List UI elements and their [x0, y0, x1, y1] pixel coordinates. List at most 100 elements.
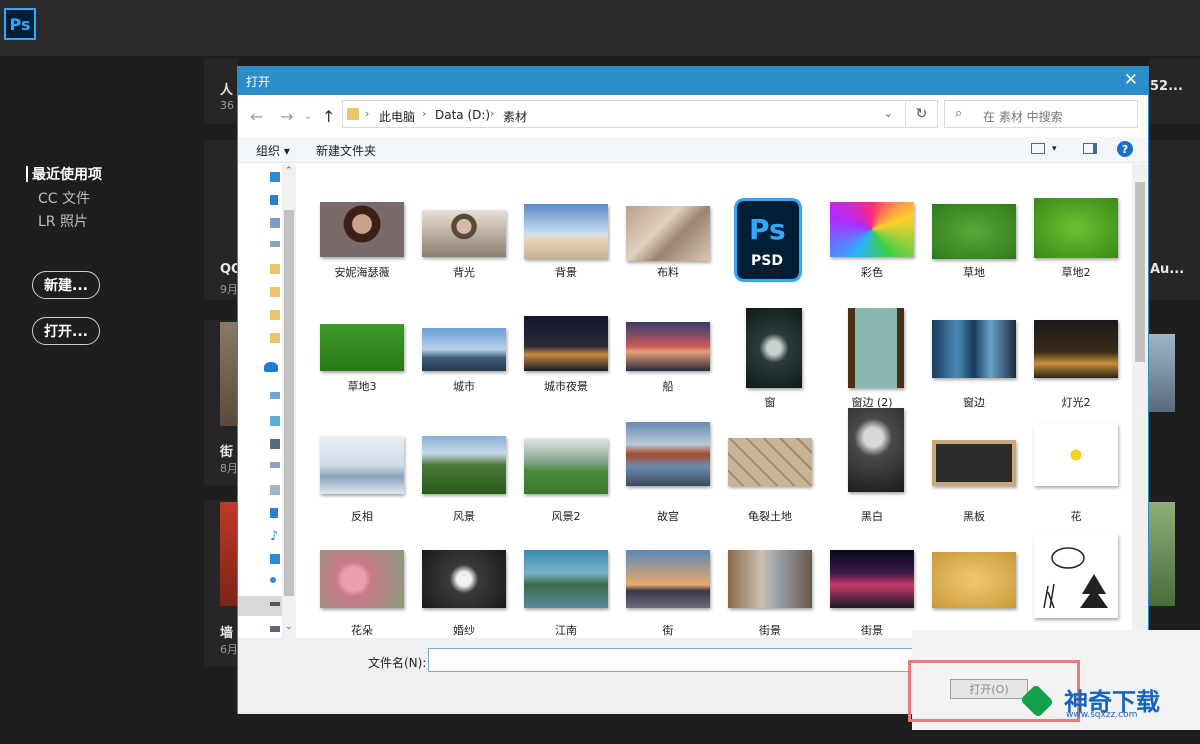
desktop-icon[interactable]: [270, 554, 280, 564]
file-item[interactable]: 草地: [924, 202, 1024, 306]
network-icon[interactable]: [270, 626, 280, 632]
file-item[interactable]: 船: [618, 316, 718, 420]
content-scrollbar[interactable]: [1132, 164, 1148, 638]
chevron-right-icon: ›: [422, 107, 427, 120]
file-item[interactable]: 花朵: [312, 544, 412, 638]
file-thumbnail: [728, 438, 812, 486]
file-item[interactable]: 龟裂土地: [720, 430, 820, 534]
file-item[interactable]: 窗: [720, 308, 820, 420]
chevron-down-icon[interactable]: ▾: [1052, 144, 1057, 154]
view-options-icon[interactable]: [1031, 143, 1045, 154]
file-item[interactable]: 黑板: [924, 430, 1024, 534]
pictures-icon[interactable]: [270, 241, 280, 247]
onedrive-icon[interactable]: [264, 362, 278, 372]
file-thumbnail: [422, 436, 506, 494]
downloads-icon[interactable]: [270, 195, 278, 205]
folder-icon[interactable]: [270, 310, 280, 320]
nav-scrollbar[interactable]: ⌃ ⌄: [282, 164, 296, 638]
file-item[interactable]: 街景: [822, 544, 922, 638]
recent-thumb: [220, 322, 238, 426]
up-arrow-icon[interactable]: ↑: [322, 107, 335, 126]
folder-icon[interactable]: [270, 264, 280, 274]
downloads-icon[interactable]: [270, 508, 278, 518]
file-item[interactable]: 背光: [414, 202, 514, 306]
file-thumbnail: [524, 204, 608, 259]
recent-card-title: 街: [220, 445, 234, 460]
file-item[interactable]: 窗边: [924, 316, 1024, 420]
chevron-down-icon[interactable]: ⌄: [884, 107, 893, 120]
scroll-down-icon[interactable]: ⌄: [285, 622, 293, 632]
folder-icon[interactable]: [270, 287, 280, 297]
file-item[interactable]: Ps PSD 布料: [720, 198, 820, 306]
file-item[interactable]: 街: [618, 544, 718, 638]
preview-pane-icon[interactable]: [1083, 143, 1097, 154]
forward-arrow-icon[interactable]: →: [280, 107, 293, 126]
history-dropdown-icon[interactable]: ⌄: [304, 111, 312, 122]
file-item[interactable]: 江南: [516, 544, 616, 638]
file-item[interactable]: 城市夜景: [516, 316, 616, 420]
folder-icon[interactable]: [270, 333, 280, 343]
3d-objects-icon[interactable]: [270, 416, 280, 426]
help-icon[interactable]: ?: [1117, 141, 1133, 157]
new-button[interactable]: 新建...: [32, 271, 100, 299]
filename-input[interactable]: [428, 648, 948, 672]
search-box[interactable]: ⌕ 在 素材 中搜索: [944, 100, 1138, 128]
file-item[interactable]: 窗边 (2): [822, 308, 922, 420]
file-item[interactable]: 草地3: [312, 316, 412, 420]
nav-recent[interactable]: 最近使用项: [26, 164, 102, 184]
photoshop-logo: Ps: [4, 8, 36, 40]
file-item[interactable]: 彩色: [822, 202, 922, 306]
nav-cc-files[interactable]: CC 文件: [38, 188, 90, 208]
file-item[interactable]: 街景: [720, 544, 820, 638]
nav-lr-photos[interactable]: LR 照片: [38, 211, 88, 231]
file-thumbnail: [932, 204, 1016, 259]
file-item[interactable]: 灯光2: [1026, 316, 1126, 420]
file-item[interactable]: 婚纱: [414, 544, 514, 638]
nav-scrollbar-thumb[interactable]: [284, 210, 294, 596]
file-thumbnail: [1034, 198, 1118, 258]
selected-drive-item[interactable]: [238, 596, 282, 616]
file-thumbnail: [422, 328, 506, 371]
file-item[interactable]: 安妮海瑟薇: [312, 202, 412, 306]
recent-card-date: 8月: [220, 462, 238, 475]
dialog-titlebar: 打开 ✕: [238, 67, 1148, 95]
breadcrumb-this-pc[interactable]: 此电脑: [379, 108, 415, 125]
open-button[interactable]: 打开...: [32, 317, 100, 345]
file-name: 彩色: [861, 266, 883, 279]
scroll-up-icon[interactable]: ⌃: [285, 166, 293, 176]
file-name: 背景: [555, 266, 577, 279]
file-name: 风景2: [551, 510, 581, 523]
documents-icon[interactable]: [270, 485, 280, 495]
file-item[interactable]: [924, 544, 1024, 638]
refresh-icon[interactable]: ↻: [905, 101, 937, 127]
quick-access-icon[interactable]: [270, 172, 280, 182]
file-item[interactable]: [1026, 534, 1126, 638]
file-item[interactable]: 城市: [414, 316, 514, 420]
content-scrollbar-thumb[interactable]: [1135, 182, 1145, 362]
address-bar[interactable]: › 此电脑 › Data (D:) › 素材 ⌄ ↻: [342, 100, 938, 128]
file-item[interactable]: 风景2: [516, 430, 616, 534]
file-thumbnail: [524, 316, 608, 371]
file-item[interactable]: 反相: [312, 430, 412, 534]
file-item[interactable]: 草地2: [1026, 198, 1126, 306]
file-item[interactable]: 背景: [516, 202, 616, 306]
file-item[interactable]: 故宫: [618, 422, 718, 534]
breadcrumb-folder[interactable]: 素材: [503, 108, 527, 125]
organize-menu[interactable]: 组织 ▾: [256, 142, 290, 159]
local-disk-icon[interactable]: [270, 577, 276, 583]
breadcrumb-drive[interactable]: Data (D:): [435, 108, 490, 122]
back-arrow-icon[interactable]: ←: [250, 107, 263, 126]
this-pc-icon[interactable]: [270, 392, 280, 399]
music-icon[interactable]: ♪: [270, 530, 282, 545]
pictures-icon[interactable]: [270, 462, 280, 468]
documents-icon[interactable]: [270, 218, 280, 228]
file-thumbnail: [524, 550, 608, 608]
close-icon[interactable]: ✕: [1124, 70, 1138, 90]
file-item[interactable]: 风景: [414, 430, 514, 534]
file-item[interactable]: 花: [1026, 424, 1126, 534]
videos-icon[interactable]: [270, 439, 280, 449]
file-item[interactable]: 黑白: [822, 408, 922, 534]
new-folder-button[interactable]: 新建文件夹: [316, 142, 376, 159]
file-thumbnail: [746, 308, 802, 388]
file-item[interactable]: 布料: [618, 202, 718, 306]
